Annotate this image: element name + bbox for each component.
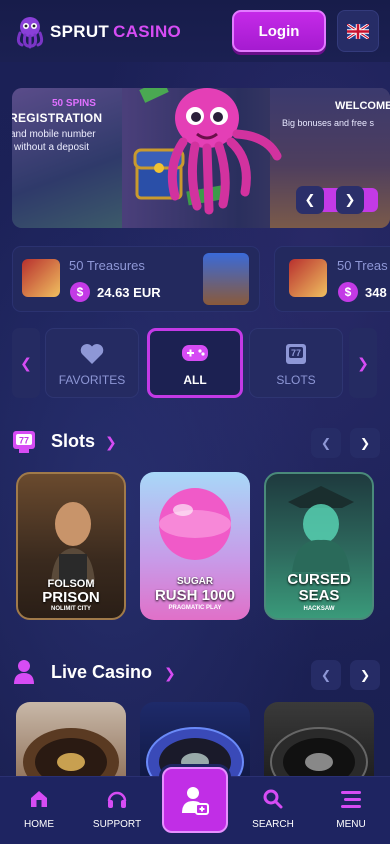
octopus-logo-icon — [16, 17, 44, 49]
slot-machine-icon: 77 — [13, 431, 35, 453]
tab-slots-label: SLOTS — [276, 373, 316, 387]
nav-home[interactable]: HOME — [4, 777, 74, 844]
chevron-right-icon[interactable]: ❯ — [105, 434, 117, 451]
chevron-left-icon: ❮ — [320, 668, 332, 682]
categories-prev-button[interactable]: ❮ — [12, 328, 40, 398]
game-title-line1: CURSED — [287, 571, 351, 588]
nav-menu-label: MENU — [336, 819, 366, 830]
octopus-mascot-illustration — [133, 88, 282, 215]
language-selector-button[interactable] — [337, 10, 379, 52]
brand-name-primary: SPRUT — [50, 22, 110, 41]
search-icon — [263, 789, 283, 809]
svg-text:77: 77 — [291, 348, 301, 358]
nav-search-label: SEARCH — [252, 819, 294, 830]
treasure-card[interactable]: 50 Treas $ 348 — [274, 246, 390, 312]
game-artwork — [159, 488, 231, 560]
add-user-icon — [182, 787, 209, 815]
categories-next-button[interactable]: ❯ — [349, 328, 377, 398]
chevron-right-icon: ❯ — [359, 668, 371, 682]
slots-prev-button[interactable]: ❮ — [311, 428, 341, 458]
game-artwork — [51, 502, 95, 584]
slots-next-button[interactable]: ❯ — [350, 428, 380, 458]
winner-avatar — [203, 253, 249, 305]
game-card-sugar-rush[interactable]: SUGAR RUSH 1000 PRAGMATIC PLAY — [140, 472, 250, 620]
treasure-name: 50 Treas — [337, 258, 388, 273]
tab-favorites[interactable]: FAVORITES — [45, 328, 139, 398]
registration-promo-panel — [12, 88, 122, 228]
live-prev-button[interactable]: ❮ — [311, 660, 341, 690]
game-title-line2: RUSH 1000 — [154, 587, 236, 604]
game-card-cursed-seas[interactable]: CURSED SEAS HACKSAW — [264, 472, 374, 620]
heart-icon — [80, 344, 104, 364]
chevron-right-icon: ❯ — [359, 436, 371, 450]
game-provider: PRAGMATIC PLAY — [168, 605, 222, 611]
brand-name-secondary: CASINO — [113, 22, 182, 41]
chevron-left-icon: ❮ — [20, 354, 32, 371]
slot-machine-icon: 77 — [286, 344, 306, 364]
chevron-right-icon[interactable]: ❯ — [164, 665, 176, 682]
coin-icon: $ — [70, 282, 90, 302]
brand-name[interactable]: SPRUT CASINO — [50, 22, 181, 42]
treasure-amount: 348 — [365, 285, 387, 300]
coin-icon: $ — [338, 282, 358, 302]
tab-slots[interactable]: 77 SLOTS — [249, 328, 343, 398]
live-casino-section-title[interactable]: Live Casino — [51, 662, 152, 683]
live-next-button[interactable]: ❯ — [350, 660, 380, 690]
game-provider: NOLIMIT CITY — [51, 606, 91, 612]
treasure-name: 50 Treasures — [69, 258, 145, 273]
chevron-left-icon: ❮ — [304, 192, 316, 207]
treasure-game-thumbnail — [289, 259, 327, 297]
game-provider: HACKSAW — [303, 606, 335, 612]
promo-registration-title: REGISTRATION — [12, 111, 103, 125]
nav-support-label: SUPPORT — [92, 819, 142, 830]
promo-registration-line2: without a deposit — [14, 142, 90, 153]
game-title-line1: SUGAR — [176, 576, 214, 587]
uk-flag-icon — [347, 23, 369, 39]
promo-spins-label: 50 SPINS — [52, 98, 96, 109]
login-button[interactable]: Login — [232, 10, 326, 52]
nav-search[interactable]: SEARCH — [238, 777, 308, 844]
nav-menu[interactable]: MENU — [316, 777, 386, 844]
treasure-game-thumbnail — [22, 259, 60, 297]
treasure-card[interactable]: 50 Treasures $ 24.63 EUR — [12, 246, 260, 312]
tab-all[interactable]: ALL — [147, 328, 243, 398]
promo-registration-line1: and mobile number — [12, 129, 96, 140]
game-title-line2: PRISON — [42, 589, 100, 606]
slots-section-title[interactable]: Slots — [51, 431, 95, 452]
nav-home-label: HOME — [24, 819, 54, 830]
dealer-icon — [14, 660, 34, 684]
headset-icon — [107, 791, 127, 808]
treasure-amount: 24.63 EUR — [97, 285, 161, 300]
promo-welcome-subtitle: Big bonuses and free s — [282, 118, 375, 128]
home-icon — [31, 791, 47, 807]
promo-banner[interactable]: 50 SPINS REGISTRATION and mobile number … — [12, 88, 390, 228]
menu-icon — [341, 791, 361, 808]
game-title-line2: SEAS — [298, 587, 340, 604]
game-card-folsom-prison[interactable]: FOLSOM PRISON NOLIMIT CITY — [16, 472, 126, 620]
svg-text:77: 77 — [19, 436, 29, 446]
header: SPRUT CASINO Login — [0, 0, 390, 62]
chevron-right-icon: ❯ — [344, 192, 356, 207]
nav-support[interactable]: SUPPORT — [82, 777, 152, 844]
nav-register-button[interactable] — [162, 767, 228, 833]
tab-all-label: ALL — [183, 373, 207, 387]
promo-welcome-title: WELCOME — [335, 100, 390, 112]
chevron-left-icon: ❮ — [320, 436, 332, 450]
tab-favorites-label: FAVORITES — [58, 373, 126, 387]
banner-next-button[interactable]: ❯ — [336, 186, 364, 214]
gamepad-icon — [182, 345, 208, 361]
game-artwork — [288, 486, 354, 572]
chevron-right-icon: ❯ — [357, 354, 369, 371]
banner-prev-button[interactable]: ❮ — [296, 186, 324, 214]
